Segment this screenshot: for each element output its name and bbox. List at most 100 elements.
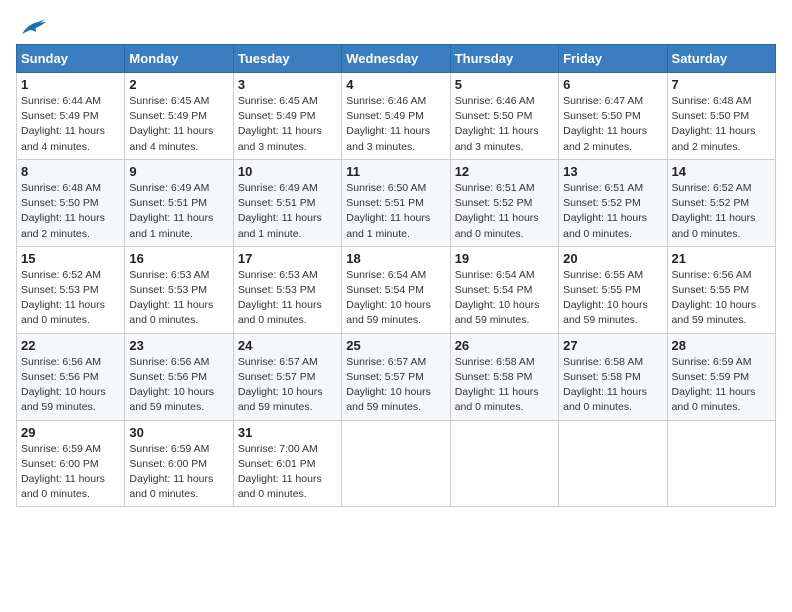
day-cell: 28 Sunrise: 6:59 AMSunset: 5:59 PMDaylig… <box>667 333 775 420</box>
day-detail: Sunrise: 6:55 AMSunset: 5:55 PMDaylight:… <box>563 268 662 329</box>
day-cell: 7 Sunrise: 6:48 AMSunset: 5:50 PMDayligh… <box>667 73 775 160</box>
day-cell: 17 Sunrise: 6:53 AMSunset: 5:53 PMDaylig… <box>233 246 341 333</box>
day-cell: 23 Sunrise: 6:56 AMSunset: 5:56 PMDaylig… <box>125 333 233 420</box>
day-number: 28 <box>672 338 771 353</box>
day-detail: Sunrise: 6:59 AMSunset: 6:00 PMDaylight:… <box>21 442 120 503</box>
page-header <box>16 16 776 32</box>
day-cell: 15 Sunrise: 6:52 AMSunset: 5:53 PMDaylig… <box>17 246 125 333</box>
day-number: 11 <box>346 164 445 179</box>
day-cell: 29 Sunrise: 6:59 AMSunset: 6:00 PMDaylig… <box>17 420 125 507</box>
day-cell: 20 Sunrise: 6:55 AMSunset: 5:55 PMDaylig… <box>559 246 667 333</box>
day-detail: Sunrise: 6:46 AMSunset: 5:50 PMDaylight:… <box>455 94 554 155</box>
day-cell: 4 Sunrise: 6:46 AMSunset: 5:49 PMDayligh… <box>342 73 450 160</box>
day-detail: Sunrise: 6:45 AMSunset: 5:49 PMDaylight:… <box>129 94 228 155</box>
week-row-1: 1 Sunrise: 6:44 AMSunset: 5:49 PMDayligh… <box>17 73 776 160</box>
day-number: 25 <box>346 338 445 353</box>
day-cell: 31 Sunrise: 7:00 AMSunset: 6:01 PMDaylig… <box>233 420 341 507</box>
day-detail: Sunrise: 6:58 AMSunset: 5:58 PMDaylight:… <box>563 355 662 416</box>
day-detail: Sunrise: 6:48 AMSunset: 5:50 PMDaylight:… <box>21 181 120 242</box>
day-cell: 19 Sunrise: 6:54 AMSunset: 5:54 PMDaylig… <box>450 246 558 333</box>
day-detail: Sunrise: 6:46 AMSunset: 5:49 PMDaylight:… <box>346 94 445 155</box>
day-number: 2 <box>129 77 228 92</box>
day-cell <box>667 420 775 507</box>
day-number: 16 <box>129 251 228 266</box>
day-number: 9 <box>129 164 228 179</box>
day-cell: 22 Sunrise: 6:56 AMSunset: 5:56 PMDaylig… <box>17 333 125 420</box>
day-cell: 16 Sunrise: 6:53 AMSunset: 5:53 PMDaylig… <box>125 246 233 333</box>
day-detail: Sunrise: 6:51 AMSunset: 5:52 PMDaylight:… <box>563 181 662 242</box>
day-detail: Sunrise: 6:52 AMSunset: 5:53 PMDaylight:… <box>21 268 120 329</box>
day-cell: 14 Sunrise: 6:52 AMSunset: 5:52 PMDaylig… <box>667 159 775 246</box>
col-header-wednesday: Wednesday <box>342 45 450 73</box>
day-detail: Sunrise: 6:56 AMSunset: 5:56 PMDaylight:… <box>129 355 228 416</box>
day-cell: 24 Sunrise: 6:57 AMSunset: 5:57 PMDaylig… <box>233 333 341 420</box>
day-number: 14 <box>672 164 771 179</box>
day-cell: 3 Sunrise: 6:45 AMSunset: 5:49 PMDayligh… <box>233 73 341 160</box>
day-detail: Sunrise: 6:57 AMSunset: 5:57 PMDaylight:… <box>346 355 445 416</box>
day-detail: Sunrise: 6:47 AMSunset: 5:50 PMDaylight:… <box>563 94 662 155</box>
day-detail: Sunrise: 6:48 AMSunset: 5:50 PMDaylight:… <box>672 94 771 155</box>
day-number: 5 <box>455 77 554 92</box>
day-number: 20 <box>563 251 662 266</box>
day-detail: Sunrise: 6:49 AMSunset: 5:51 PMDaylight:… <box>129 181 228 242</box>
day-cell: 10 Sunrise: 6:49 AMSunset: 5:51 PMDaylig… <box>233 159 341 246</box>
day-number: 27 <box>563 338 662 353</box>
day-number: 22 <box>21 338 120 353</box>
day-cell <box>450 420 558 507</box>
day-number: 21 <box>672 251 771 266</box>
day-number: 31 <box>238 425 337 440</box>
day-cell: 21 Sunrise: 6:56 AMSunset: 5:55 PMDaylig… <box>667 246 775 333</box>
day-cell: 6 Sunrise: 6:47 AMSunset: 5:50 PMDayligh… <box>559 73 667 160</box>
day-number: 3 <box>238 77 337 92</box>
day-detail: Sunrise: 6:45 AMSunset: 5:49 PMDaylight:… <box>238 94 337 155</box>
day-cell: 27 Sunrise: 6:58 AMSunset: 5:58 PMDaylig… <box>559 333 667 420</box>
col-header-sunday: Sunday <box>17 45 125 73</box>
day-number: 1 <box>21 77 120 92</box>
day-number: 6 <box>563 77 662 92</box>
day-number: 7 <box>672 77 771 92</box>
day-number: 4 <box>346 77 445 92</box>
day-number: 12 <box>455 164 554 179</box>
logo-bird-icon <box>20 16 48 38</box>
day-detail: Sunrise: 6:53 AMSunset: 5:53 PMDaylight:… <box>238 268 337 329</box>
col-header-tuesday: Tuesday <box>233 45 341 73</box>
day-detail: Sunrise: 6:44 AMSunset: 5:49 PMDaylight:… <box>21 94 120 155</box>
day-detail: Sunrise: 6:59 AMSunset: 5:59 PMDaylight:… <box>672 355 771 416</box>
day-cell: 12 Sunrise: 6:51 AMSunset: 5:52 PMDaylig… <box>450 159 558 246</box>
day-detail: Sunrise: 6:53 AMSunset: 5:53 PMDaylight:… <box>129 268 228 329</box>
day-cell: 5 Sunrise: 6:46 AMSunset: 5:50 PMDayligh… <box>450 73 558 160</box>
week-row-4: 22 Sunrise: 6:56 AMSunset: 5:56 PMDaylig… <box>17 333 776 420</box>
day-number: 10 <box>238 164 337 179</box>
day-cell: 11 Sunrise: 6:50 AMSunset: 5:51 PMDaylig… <box>342 159 450 246</box>
day-cell <box>342 420 450 507</box>
calendar-table: SundayMondayTuesdayWednesdayThursdayFrid… <box>16 44 776 507</box>
col-header-friday: Friday <box>559 45 667 73</box>
day-cell: 25 Sunrise: 6:57 AMSunset: 5:57 PMDaylig… <box>342 333 450 420</box>
col-header-thursday: Thursday <box>450 45 558 73</box>
day-detail: Sunrise: 6:54 AMSunset: 5:54 PMDaylight:… <box>455 268 554 329</box>
day-detail: Sunrise: 6:57 AMSunset: 5:57 PMDaylight:… <box>238 355 337 416</box>
day-detail: Sunrise: 6:50 AMSunset: 5:51 PMDaylight:… <box>346 181 445 242</box>
day-detail: Sunrise: 6:56 AMSunset: 5:55 PMDaylight:… <box>672 268 771 329</box>
day-detail: Sunrise: 6:49 AMSunset: 5:51 PMDaylight:… <box>238 181 337 242</box>
day-number: 8 <box>21 164 120 179</box>
day-detail: Sunrise: 7:00 AMSunset: 6:01 PMDaylight:… <box>238 442 337 503</box>
day-number: 23 <box>129 338 228 353</box>
week-row-3: 15 Sunrise: 6:52 AMSunset: 5:53 PMDaylig… <box>17 246 776 333</box>
day-cell: 9 Sunrise: 6:49 AMSunset: 5:51 PMDayligh… <box>125 159 233 246</box>
day-detail: Sunrise: 6:51 AMSunset: 5:52 PMDaylight:… <box>455 181 554 242</box>
day-number: 24 <box>238 338 337 353</box>
week-row-2: 8 Sunrise: 6:48 AMSunset: 5:50 PMDayligh… <box>17 159 776 246</box>
col-header-saturday: Saturday <box>667 45 775 73</box>
day-number: 26 <box>455 338 554 353</box>
day-cell: 13 Sunrise: 6:51 AMSunset: 5:52 PMDaylig… <box>559 159 667 246</box>
day-cell: 30 Sunrise: 6:59 AMSunset: 6:00 PMDaylig… <box>125 420 233 507</box>
day-detail: Sunrise: 6:58 AMSunset: 5:58 PMDaylight:… <box>455 355 554 416</box>
day-number: 15 <box>21 251 120 266</box>
day-number: 30 <box>129 425 228 440</box>
day-detail: Sunrise: 6:54 AMSunset: 5:54 PMDaylight:… <box>346 268 445 329</box>
day-cell <box>559 420 667 507</box>
col-header-monday: Monday <box>125 45 233 73</box>
day-number: 17 <box>238 251 337 266</box>
day-cell: 8 Sunrise: 6:48 AMSunset: 5:50 PMDayligh… <box>17 159 125 246</box>
